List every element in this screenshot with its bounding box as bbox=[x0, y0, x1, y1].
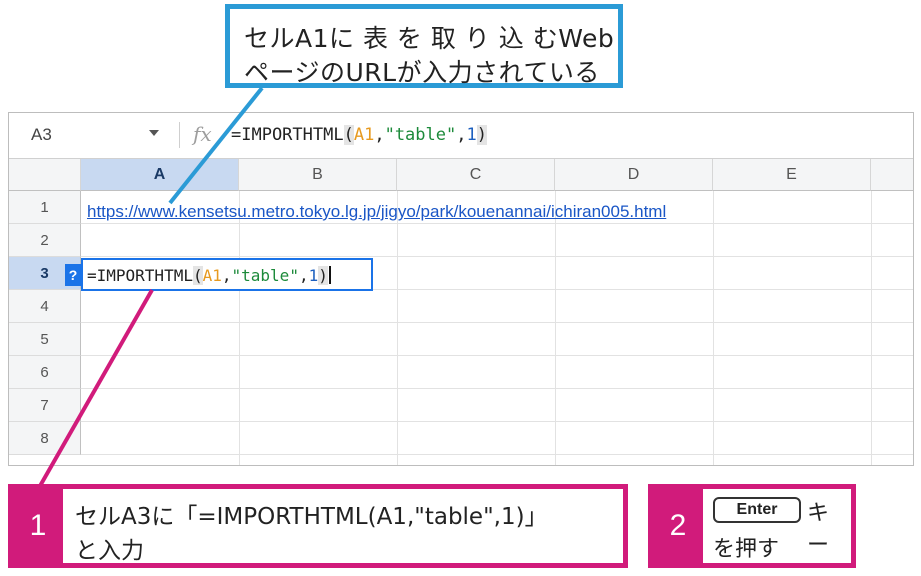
formula-comma: , bbox=[298, 266, 309, 285]
formula-input[interactable]: =IMPORTHTML(A1,"table",1) bbox=[231, 125, 487, 145]
step-1-number: 1 bbox=[13, 489, 63, 563]
formula-close-paren: ) bbox=[476, 125, 487, 145]
column-header-b[interactable]: B bbox=[239, 159, 397, 191]
formula-number: 1 bbox=[466, 125, 477, 145]
chevron-down-icon[interactable] bbox=[149, 130, 159, 136]
step-1-callout: 1 セルA3に「=IMPORTHTML(A1,"table",1)」 と入力 bbox=[8, 484, 628, 568]
formula-ref: A1 bbox=[202, 266, 222, 285]
step-2-line2: を押す bbox=[713, 537, 780, 562]
formula-bar: A3 fx =IMPORTHTML(A1,"table",1) bbox=[9, 113, 913, 159]
gridline bbox=[81, 355, 913, 356]
formula-open-paren: ( bbox=[343, 125, 354, 145]
column-header-e[interactable]: E bbox=[713, 159, 871, 191]
row-header-5[interactable]: 5 bbox=[9, 323, 81, 356]
gridline bbox=[713, 191, 714, 465]
gridline bbox=[397, 191, 398, 465]
formula-comma: , bbox=[374, 125, 385, 145]
row-header-6[interactable]: 6 bbox=[9, 356, 81, 389]
formula-ref: A1 bbox=[353, 125, 375, 145]
formula-close-paren: ) bbox=[318, 266, 328, 285]
formula-comma: , bbox=[221, 266, 232, 285]
gridline bbox=[81, 256, 913, 257]
callout-top-line2: ページのURLが入力されている bbox=[244, 58, 600, 87]
enter-key-icon: Enter bbox=[713, 497, 801, 523]
row-header-2[interactable]: 2 bbox=[9, 224, 81, 257]
formula-open-paren: ( bbox=[192, 266, 203, 285]
formula-string: "table" bbox=[384, 125, 457, 145]
row-header-8[interactable]: 8 bbox=[9, 422, 81, 455]
step-2-key-suffix: キ ー bbox=[807, 501, 830, 558]
text-caret bbox=[328, 266, 331, 284]
column-header-c[interactable]: C bbox=[397, 159, 555, 191]
step-1-line1: セルA3に「=IMPORTHTML(A1,"table",1)」 bbox=[75, 504, 548, 530]
column-header-d[interactable]: D bbox=[555, 159, 713, 191]
formula-help-badge[interactable]: ? bbox=[65, 264, 81, 286]
row-header-1[interactable]: 1 bbox=[9, 191, 81, 224]
row-header-4[interactable]: 4 bbox=[9, 290, 81, 323]
column-header-f[interactable] bbox=[871, 159, 913, 191]
formula-bar-divider bbox=[179, 122, 180, 148]
callout-top-line1: セルA1に 表 を 取 り 込 むWeb bbox=[244, 24, 615, 53]
spreadsheet: A3 fx =IMPORTHTML(A1,"table",1) A B C D … bbox=[8, 112, 914, 466]
gridline bbox=[81, 322, 913, 323]
formula-number: 1 bbox=[308, 266, 319, 285]
gridline bbox=[81, 454, 913, 455]
formula-string: "table" bbox=[231, 266, 299, 285]
name-box[interactable]: A3 bbox=[31, 125, 52, 145]
cell-a1-link[interactable]: https://www.kensetsu.metro.tokyo.lg.jp/j… bbox=[87, 202, 666, 222]
fx-icon: fx bbox=[193, 122, 212, 146]
formula-comma: , bbox=[456, 125, 467, 145]
gridline bbox=[239, 191, 240, 465]
cell-a3-formula: =IMPORTHTML(A1,"table",1) bbox=[87, 266, 331, 285]
row-header-7[interactable]: 7 bbox=[9, 389, 81, 422]
formula-function: =IMPORTHTML bbox=[231, 125, 344, 145]
column-header-a[interactable]: A bbox=[81, 159, 239, 191]
select-all-corner[interactable] bbox=[9, 159, 81, 191]
gridline bbox=[555, 191, 556, 465]
callout-a1-url-note: セルA1に 表 を 取 り 込 むWeb ページのURLが入力されている bbox=[225, 4, 623, 88]
formula-function: =IMPORTHTML bbox=[87, 266, 193, 285]
step-1-line2: と入力 bbox=[75, 538, 144, 564]
gridline bbox=[81, 388, 913, 389]
step-2-number: 2 bbox=[653, 489, 703, 563]
gridline bbox=[871, 191, 872, 465]
step-2-callout: 2 Enter キ ー を押す bbox=[648, 484, 856, 568]
gridline bbox=[81, 421, 913, 422]
cell-a3-editor[interactable]: =IMPORTHTML(A1,"table",1) bbox=[81, 258, 373, 291]
gridline bbox=[81, 223, 913, 224]
